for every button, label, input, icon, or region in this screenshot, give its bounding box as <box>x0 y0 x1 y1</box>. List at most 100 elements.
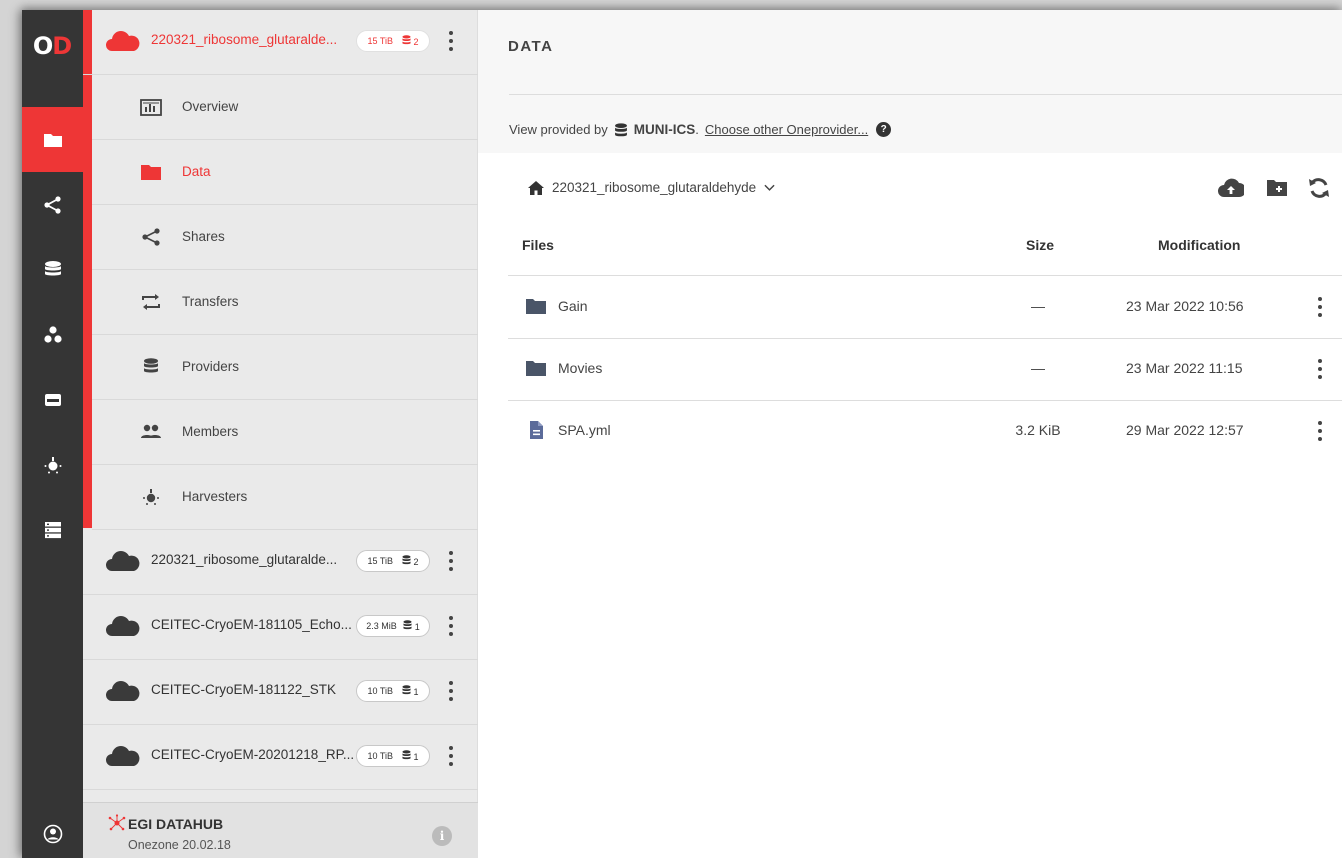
file-name[interactable]: SPA.yml <box>558 422 611 438</box>
rail-data[interactable] <box>22 107 83 172</box>
subnav-label: Providers <box>182 359 240 374</box>
subnav-shares[interactable]: Shares <box>92 205 478 270</box>
file-size: 3.2 KiB <box>1015 422 1061 438</box>
space-name: CEITEC-CryoEM-181122_STK <box>151 682 337 697</box>
subnav-transfers[interactable]: Transfers <box>92 270 478 335</box>
space-item[interactable]: 220321_ribosome_glutaralde... 15 TiB 2 <box>83 530 478 595</box>
space-item[interactable]: CEITEC-CryoEM-181105_Echo... 2.3 MiB 1 <box>83 595 478 660</box>
zone-version: Onezone 20.02.18 <box>128 838 231 852</box>
choose-provider-link[interactable]: Choose other Oneprovider... <box>705 122 868 137</box>
file-size: — <box>1031 360 1045 376</box>
file-menu-button[interactable] <box>1316 357 1324 381</box>
subnav-label: Overview <box>182 99 239 114</box>
datahub-icon <box>108 814 126 831</box>
file-modified: 23 Mar 2022 11:15 <box>1126 360 1243 376</box>
space-size: 2.3 MiB <box>366 621 397 631</box>
share-icon <box>142 228 160 246</box>
file-size: — <box>1031 298 1045 314</box>
logo-letter-d: D <box>52 32 73 60</box>
logo-letter-o: O <box>32 32 53 60</box>
folder-icon <box>43 133 62 147</box>
space-size: 15 TiB <box>367 556 393 566</box>
file-modified: 23 Mar 2022 10:56 <box>1126 298 1244 314</box>
info-icon[interactable]: i <box>432 826 452 846</box>
table-row[interactable]: SPA.yml 3.2 KiB 29 Mar 2022 12:57 <box>508 400 1342 462</box>
subnav-label: Members <box>182 424 239 439</box>
database-icon <box>44 260 61 275</box>
space-menu-button[interactable] <box>445 612 457 640</box>
space-name: 220321_ribosome_glutaralde... <box>151 552 338 567</box>
breadcrumb-space-name: 220321_ribosome_glutaraldehyde <box>552 180 757 195</box>
space-provider-count: 1 <box>414 622 420 632</box>
space-size: 15 TiB <box>367 36 393 46</box>
cloud-icon <box>106 551 140 571</box>
cloud-upload-icon <box>1218 178 1244 197</box>
database-icon <box>402 555 411 565</box>
database-icon <box>144 358 158 373</box>
space-item[interactable]: CEITEC-CryoEM-20201218_RP... 10 TiB 1 <box>83 725 478 790</box>
transfer-icon <box>142 294 160 310</box>
column-header-files[interactable]: Files <box>522 237 554 253</box>
share-icon <box>43 195 61 214</box>
upload-button[interactable] <box>1218 176 1244 200</box>
subnav-overview[interactable]: Overview <box>92 75 478 140</box>
subnav-providers[interactable]: Providers <box>92 335 478 400</box>
refresh-button[interactable] <box>1306 176 1332 200</box>
space-stats-badge: 2.3 MiB 1 <box>356 615 430 637</box>
database-icon <box>614 122 627 136</box>
space-menu-button[interactable] <box>445 742 457 770</box>
subnav-members[interactable]: Members <box>92 400 478 465</box>
rail-groups[interactable] <box>22 302 83 367</box>
subnav-label: Transfers <box>182 294 239 309</box>
cloud-icon <box>106 746 140 766</box>
subnav-label: Data <box>182 164 211 179</box>
space-size: 10 TiB <box>367 686 393 696</box>
column-header-modification[interactable]: Modification <box>1158 237 1240 253</box>
main-rail: OD <box>22 10 83 858</box>
space-menu-button[interactable] <box>445 27 457 55</box>
new-directory-button[interactable] <box>1264 176 1290 200</box>
space-menu-button[interactable] <box>445 677 457 705</box>
column-header-size[interactable]: Size <box>1026 237 1054 253</box>
file-name[interactable]: Gain <box>558 298 588 314</box>
rail-harvesters[interactable] <box>22 432 83 497</box>
harvester-icon <box>143 489 159 505</box>
space-provider-count: 2 <box>413 557 419 567</box>
rail-user[interactable] <box>22 810 83 858</box>
groups-icon <box>43 325 62 343</box>
refresh-icon <box>1309 178 1329 198</box>
overview-icon <box>140 99 162 116</box>
breadcrumb[interactable]: 220321_ribosome_glutaraldehyde <box>528 180 783 195</box>
space-provider-count: 2 <box>413 37 419 47</box>
subnav-harvesters[interactable]: Harvesters <box>92 465 478 530</box>
space-menu-button[interactable] <box>445 547 457 575</box>
table-row[interactable]: Movies — 23 Mar 2022 11:15 <box>508 338 1342 400</box>
space-stats-badge: 10 TiB 1 <box>356 745 430 767</box>
database-icon <box>402 750 411 760</box>
rail-providers[interactable] <box>22 237 83 302</box>
rail-tokens[interactable] <box>22 497 83 562</box>
page-title: DATA <box>508 38 554 55</box>
user-icon <box>43 824 62 844</box>
subnav-label: Shares <box>182 229 225 244</box>
provider-info: View provided by MUNI-ICS. Choose other … <box>509 122 892 137</box>
rail-shares[interactable] <box>22 172 83 237</box>
document-icon <box>530 421 543 439</box>
onezone-logo[interactable]: OD <box>22 10 83 82</box>
table-row[interactable]: Gain — 23 Mar 2022 10:56 <box>508 276 1342 338</box>
cluster-icon <box>44 393 61 406</box>
home-icon <box>528 180 544 195</box>
rail-clusters[interactable] <box>22 367 83 432</box>
subnav-data[interactable]: Data <box>92 140 478 205</box>
active-space-indicator <box>83 10 92 528</box>
sidebar-footer: EGI DATAHUB Onezone 20.02.18 i <box>83 802 478 858</box>
file-name[interactable]: Movies <box>558 360 602 376</box>
file-menu-button[interactable] <box>1316 419 1324 443</box>
subnav-label: Harvesters <box>182 489 248 504</box>
space-item-selected[interactable]: 220321_ribosome_glutaralde... 15 TiB 2 <box>83 10 478 75</box>
folder-icon <box>526 361 546 376</box>
database-icon <box>402 35 411 45</box>
help-icon[interactable]: ? <box>876 122 892 137</box>
file-menu-button[interactable] <box>1316 295 1324 319</box>
space-item[interactable]: CEITEC-CryoEM-181122_STK 10 TiB 1 <box>83 660 478 725</box>
